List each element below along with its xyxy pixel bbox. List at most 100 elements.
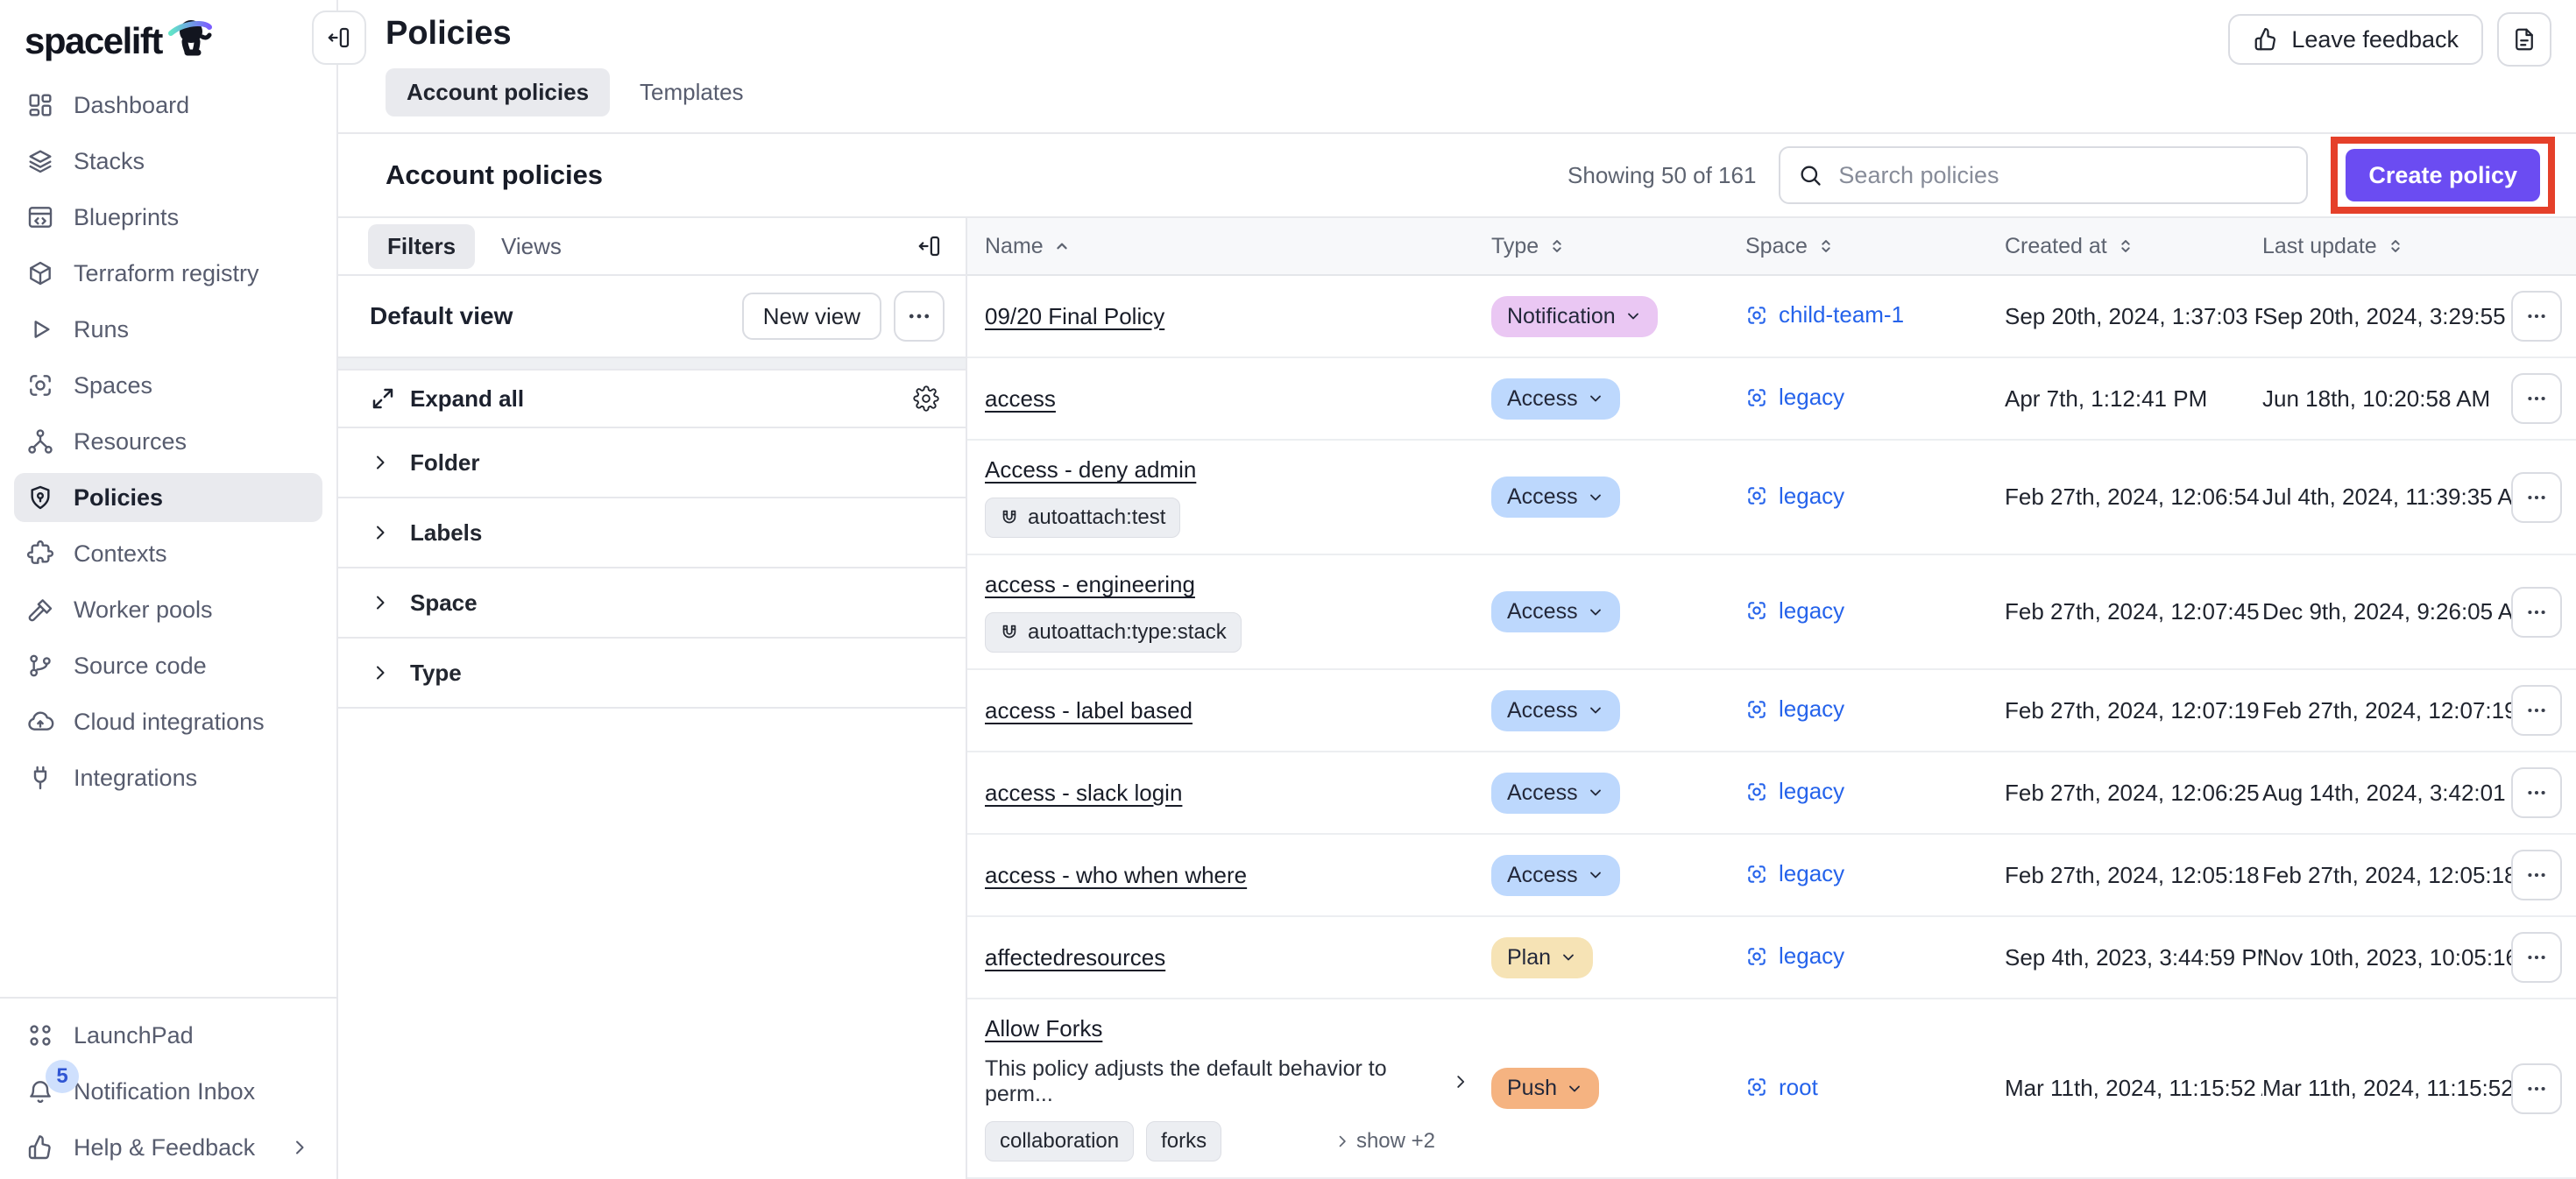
dots-icon — [2525, 864, 2548, 886]
sidebar-item-source-code[interactable]: Source code — [14, 641, 322, 690]
filters-tab-filters[interactable]: Filters — [368, 224, 475, 269]
filter-section-folder[interactable]: Folder — [338, 428, 966, 498]
space-link-legacy[interactable]: legacy — [1745, 860, 1844, 887]
sort-icon — [2116, 237, 2135, 256]
policy-name-link[interactable]: access - slack login — [985, 780, 1182, 807]
row-menu-button[interactable] — [2511, 291, 2562, 342]
search-input[interactable] — [1836, 161, 2289, 190]
spacelift-logo[interactable]: spacelift — [0, 0, 336, 65]
policy-name-link[interactable]: 09/20 Final Policy — [985, 303, 1164, 330]
space-link-root[interactable]: root — [1745, 1074, 1818, 1101]
collapse-panel-icon[interactable] — [916, 233, 943, 259]
column-header-space[interactable]: Space — [1745, 234, 2005, 259]
tag-forks[interactable]: forks — [1146, 1121, 1221, 1161]
expand-all-icon[interactable] — [370, 385, 396, 412]
sidebar-item-runs[interactable]: Runs — [14, 305, 322, 354]
collapse-sidebar-button[interactable] — [312, 11, 366, 65]
row-menu-button[interactable] — [2511, 850, 2562, 900]
type-badge-access[interactable]: Access — [1491, 591, 1620, 632]
row-menu-button[interactable] — [2511, 767, 2562, 818]
sidebar-item-integrations[interactable]: Integrations — [14, 753, 322, 802]
policy-row-09-20-final-policy: 09/20 Final Policy Notification child-team… — [967, 276, 2576, 358]
space-link-legacy[interactable]: legacy — [1745, 942, 1844, 970]
gear-icon[interactable] — [913, 385, 939, 412]
sidebar-item-blueprints[interactable]: Blueprints — [14, 193, 322, 242]
filter-section-type[interactable]: Type — [338, 639, 966, 709]
tag-collaboration[interactable]: collaboration — [985, 1121, 1134, 1161]
type-badge-access[interactable]: Access — [1491, 773, 1620, 814]
column-header-last-update[interactable]: Last update — [2262, 234, 2513, 259]
create-policy-button[interactable]: Create policy — [2346, 149, 2540, 201]
chevron-down-icon — [1587, 390, 1604, 407]
tag-autoattach-test[interactable]: autoattach:test — [985, 498, 1180, 538]
sidebar-item-spaces[interactable]: Spaces — [14, 361, 322, 410]
column-header-name[interactable]: Name — [985, 234, 1491, 259]
policy-name-link[interactable]: access - label based — [985, 697, 1192, 724]
view-menu-button[interactable] — [894, 291, 945, 342]
type-badge-access[interactable]: Access — [1491, 477, 1620, 518]
space-link-child-team-1[interactable]: child-team-1 — [1745, 301, 1904, 328]
policy-name-link[interactable]: access - engineering — [985, 571, 1195, 598]
brand-name: spacelift — [25, 23, 162, 60]
new-view-button[interactable]: New view — [742, 293, 881, 340]
row-menu-button[interactable] — [2511, 472, 2562, 523]
space-link-legacy[interactable]: legacy — [1745, 597, 1844, 625]
row-menu-button[interactable] — [2511, 932, 2562, 983]
filter-section-label: Type — [410, 660, 462, 687]
sidebar-item-policies[interactable]: Policies — [14, 473, 322, 522]
type-badge-push[interactable]: Push — [1491, 1068, 1599, 1109]
sidebar-item-help-feedback[interactable]: Help & Feedback — [14, 1123, 322, 1172]
policy-name-link[interactable]: Access - deny admin — [985, 456, 1196, 484]
tag-autoattach-type-stack[interactable]: autoattach:type:stack — [985, 612, 1242, 653]
leave-feedback-button[interactable]: Leave feedback — [2228, 14, 2483, 65]
filters-tab-views[interactable]: Views — [482, 224, 581, 269]
sidebar-item-worker-pools[interactable]: Worker pools — [14, 585, 322, 634]
row-menu-button[interactable] — [2511, 587, 2562, 638]
policy-row-access: accessAccesslegacyApr 7th, 1:12:41 PMJun… — [967, 358, 2576, 441]
column-header-type[interactable]: Type — [1491, 234, 1745, 259]
type-badge-notification[interactable]: Notification — [1491, 296, 1658, 337]
filter-section-labels[interactable]: Labels — [338, 498, 966, 568]
filter-section-space[interactable]: Space — [338, 568, 966, 639]
policy-name-link[interactable]: access - who when where — [985, 862, 1247, 889]
sidebar-item-label: Notification Inbox — [74, 1078, 255, 1105]
integrations-icon — [26, 764, 54, 792]
sidebar-item-notification-inbox[interactable]: 5Notification Inbox — [14, 1067, 322, 1116]
sidebar-item-stacks[interactable]: Stacks — [14, 137, 322, 186]
row-menu-button[interactable] — [2511, 1063, 2562, 1114]
type-badge-access[interactable]: Access — [1491, 378, 1620, 420]
expand-description-icon[interactable] — [1451, 1072, 1470, 1091]
tab-account-policies[interactable]: Account policies — [386, 68, 610, 116]
space-link-legacy[interactable]: legacy — [1745, 695, 1844, 723]
column-header-created-at[interactable]: Created at — [2005, 234, 2262, 259]
sidebar-item-resources[interactable]: Resources — [14, 417, 322, 466]
row-menu-button[interactable] — [2511, 685, 2562, 736]
search-box[interactable] — [1779, 146, 2308, 204]
documentation-button[interactable] — [2497, 12, 2551, 67]
type-badge-access[interactable]: Access — [1491, 690, 1620, 731]
sort-icon — [2386, 237, 2405, 256]
policy-name-cell: access - label based — [985, 681, 1491, 740]
show-more-tags[interactable]: show +2 — [1334, 1129, 1435, 1154]
sidebar-item-contexts[interactable]: Contexts — [14, 529, 322, 578]
sidebar-item-launchpad[interactable]: LaunchPad — [14, 1011, 322, 1060]
type-badge-plan[interactable]: Plan — [1491, 937, 1593, 978]
space-link-legacy[interactable]: legacy — [1745, 483, 1844, 510]
policy-name-link[interactable]: affectedresources — [985, 944, 1165, 971]
expand-all-label[interactable]: Expand all — [410, 385, 524, 413]
created-at-value: Apr 7th, 1:12:41 PM — [2005, 385, 2262, 413]
tab-templates[interactable]: Templates — [619, 68, 765, 116]
chevron-down-icon — [1587, 702, 1604, 719]
row-menu-button[interactable] — [2511, 373, 2562, 424]
policy-name-link[interactable]: Allow Forks — [985, 1015, 1102, 1042]
policy-name-link[interactable]: access — [985, 385, 1056, 413]
type-badge-label: Access — [1507, 484, 1578, 510]
sidebar-item-cloud-integrations[interactable]: Cloud integrations — [14, 697, 322, 746]
sidebar-item-dashboard[interactable]: Dashboard — [14, 81, 322, 130]
terraform-registry-icon — [26, 259, 54, 287]
type-badge-access[interactable]: Access — [1491, 855, 1620, 896]
magnet-icon — [1000, 508, 1019, 527]
sidebar-item-terraform-registry[interactable]: Terraform registry — [14, 249, 322, 298]
space-link-legacy[interactable]: legacy — [1745, 778, 1844, 805]
space-link-legacy[interactable]: legacy — [1745, 384, 1844, 411]
